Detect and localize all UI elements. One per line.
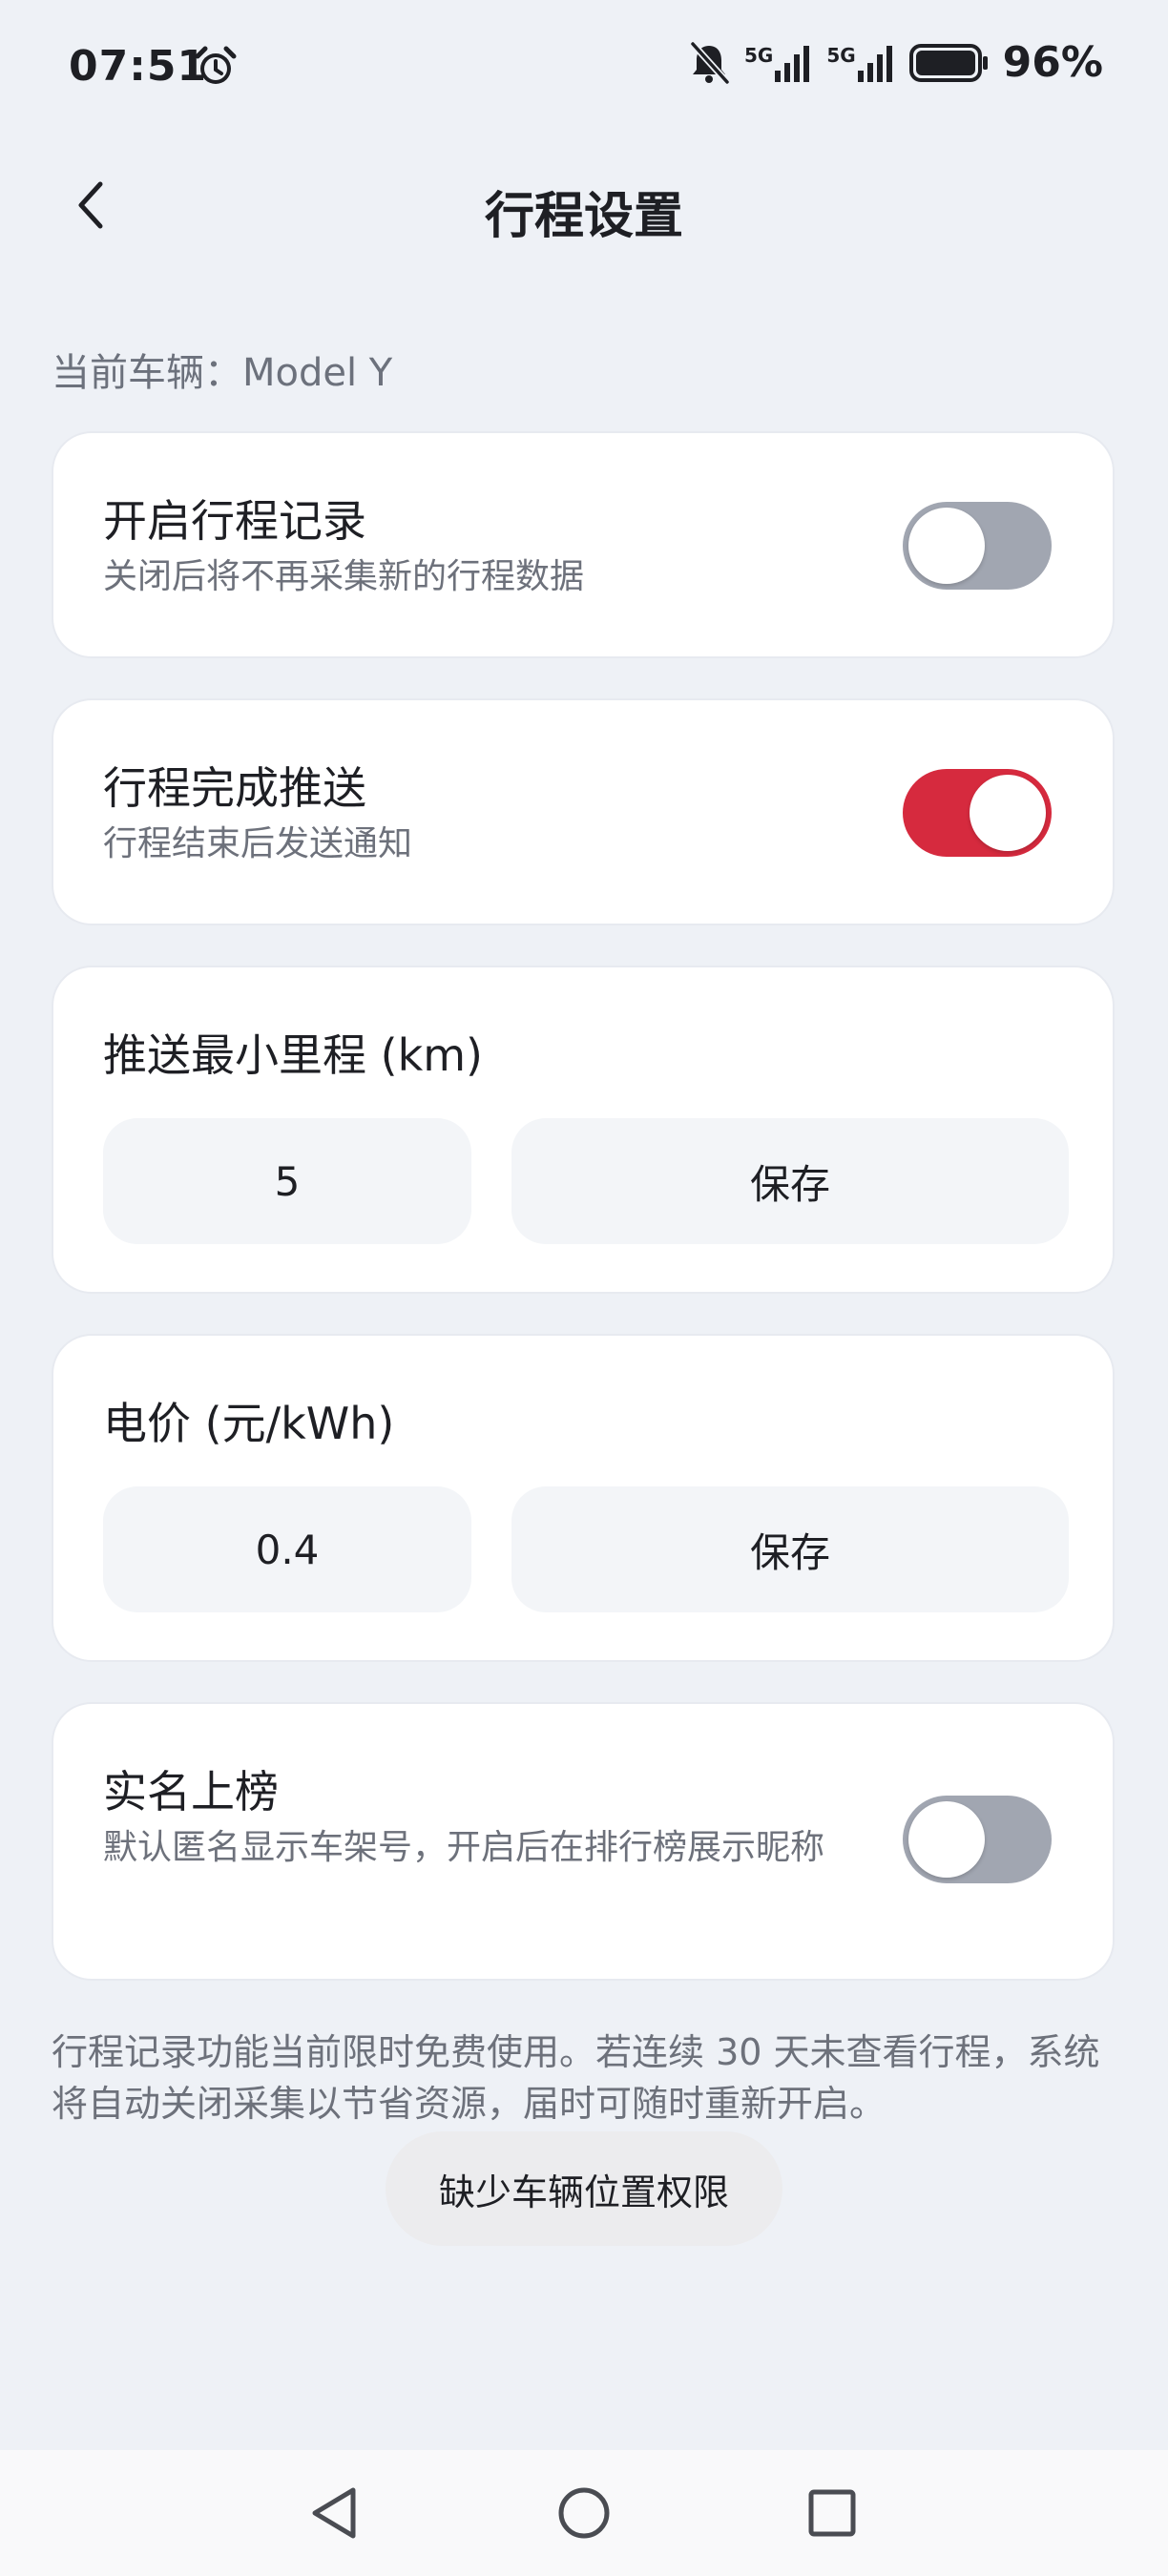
electricity-price-input[interactable]: 0.4	[103, 1486, 471, 1612]
toggle-knob	[908, 508, 985, 584]
signal-bars-icon	[857, 45, 892, 82]
real-name-rank-title: 实名上榜	[103, 1766, 279, 1818]
square-recents-icon	[808, 2489, 856, 2537]
network-label-2: 5G	[826, 43, 856, 67]
bell-off-icon	[690, 41, 730, 84]
triangle-back-icon	[312, 2487, 356, 2539]
network-label-1: 5G	[743, 43, 774, 67]
electricity-price-title: 电价 (元/kWh)	[103, 1398, 395, 1449]
status-time: 07:51	[69, 42, 208, 91]
electricity-price-save-button[interactable]: 保存	[511, 1486, 1069, 1612]
trip-record-title: 开启行程记录	[103, 495, 366, 547]
min-distance-save-button[interactable]: 保存	[511, 1118, 1069, 1244]
battery-icon	[908, 43, 988, 82]
toggle-knob	[908, 1801, 985, 1878]
trip-push-title: 行程完成推送	[103, 762, 366, 814]
circle-home-icon	[558, 2487, 610, 2539]
trip-push-desc: 行程结束后发送通知	[103, 824, 413, 863]
real-name-rank-desc: 默认匿名显示车架号，开启后在排行榜展示昵称	[103, 1828, 825, 1867]
battery-percent: 96%	[1002, 38, 1103, 87]
signal-bars-icon	[775, 45, 810, 82]
system-nav-bar	[0, 2450, 1168, 2576]
status-bar: 07:51 5G 5G 96%	[0, 0, 1168, 134]
page-title: 行程设置	[484, 188, 683, 245]
nav-back-button[interactable]	[296, 2475, 372, 2551]
nav-recents-button[interactable]	[794, 2475, 870, 2551]
alarm-clock-icon	[195, 46, 237, 84]
toast-message: 缺少车辆位置权限	[386, 2131, 782, 2246]
header: 行程设置	[0, 143, 1168, 267]
real-name-rank-card: 实名上榜 默认匿名显示车架号，开启后在排行榜展示昵称	[52, 1702, 1115, 1981]
min-distance-input[interactable]: 5	[103, 1118, 471, 1244]
trip-record-desc: 关闭后将不再采集新的行程数据	[103, 557, 585, 596]
electricity-price-card: 电价 (元/kWh) 0.4 保存	[52, 1334, 1115, 1662]
toggle-knob	[970, 775, 1046, 851]
current-vehicle-label: 当前车辆：Model Y	[52, 351, 393, 395]
footnote-text: 行程记录功能当前限时免费使用。若连续 30 天未查看行程，系统将自动关闭采集以节…	[52, 2031, 1100, 2125]
trip-push-toggle[interactable]	[903, 769, 1052, 857]
min-distance-card: 推送最小里程 (km) 5 保存	[52, 966, 1115, 1294]
trip-record-card: 开启行程记录 关闭后将不再采集新的行程数据	[52, 431, 1115, 658]
min-distance-title: 推送最小里程 (km)	[103, 1029, 483, 1081]
status-icons: 5G 5G 96%	[687, 38, 1103, 87]
signal-1: 5G	[744, 44, 813, 82]
nav-home-button[interactable]	[546, 2475, 622, 2551]
real-name-rank-toggle[interactable]	[903, 1796, 1052, 1883]
signal-2: 5G	[826, 44, 895, 82]
trip-record-toggle[interactable]	[903, 502, 1052, 590]
trip-push-card: 行程完成推送 行程结束后发送通知	[52, 698, 1115, 925]
